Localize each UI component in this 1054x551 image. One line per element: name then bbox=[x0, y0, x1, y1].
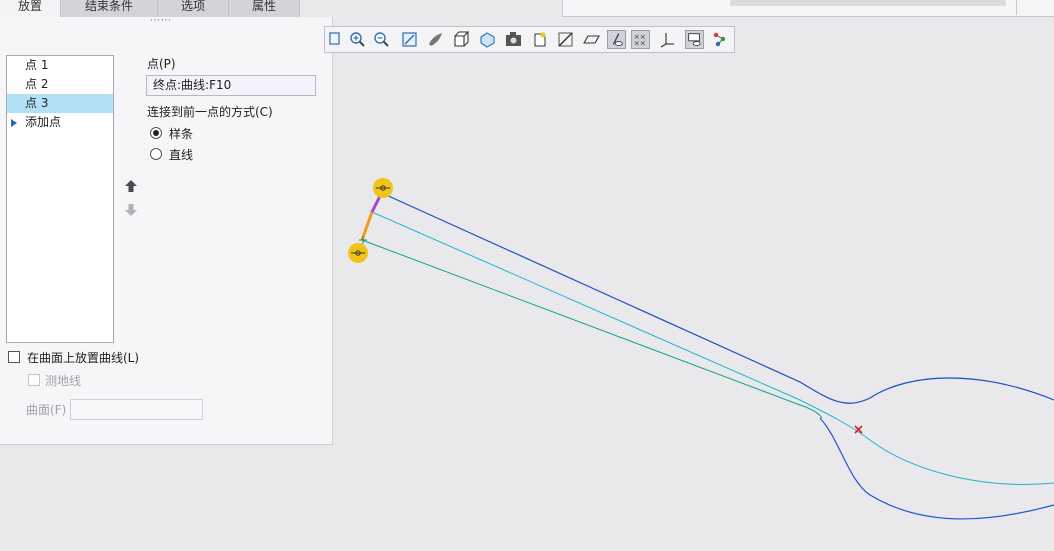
zoom-box-icon[interactable] bbox=[327, 30, 346, 49]
spoon-outline[interactable] bbox=[819, 417, 1054, 520]
zoom-out-icon[interactable] bbox=[372, 30, 391, 49]
plane-tag-icon[interactable] bbox=[582, 30, 601, 49]
box-view-icon[interactable] bbox=[452, 30, 471, 49]
svg-text:××: ×× bbox=[634, 38, 646, 47]
top-right-divider bbox=[1016, 0, 1017, 15]
panel-resize-grip[interactable]: ⋯⋯ bbox=[150, 15, 172, 26]
drag-handle-top[interactable] bbox=[373, 178, 393, 198]
radio-spline[interactable] bbox=[150, 127, 162, 139]
top-right-bar bbox=[730, 0, 1006, 6]
placement-panel: ⋯⋯ 点 1 点 2 点 3 添加点 点(P) 终点:曲线:F10 连接到前一点… bbox=[0, 15, 333, 445]
move-up-icon[interactable] bbox=[124, 179, 138, 193]
add-point-label: 添加点 bbox=[25, 115, 62, 129]
zoom-in-icon[interactable] bbox=[348, 30, 367, 49]
tab-properties[interactable]: 属性 bbox=[229, 0, 300, 17]
spin-center-icon[interactable] bbox=[530, 30, 549, 49]
annotation-display-icon[interactable] bbox=[685, 30, 704, 49]
surface-label: 曲面(F) bbox=[26, 403, 67, 417]
drag-handle-bottom[interactable] bbox=[348, 243, 368, 263]
connecting-segment-orange[interactable] bbox=[360, 211, 374, 241]
point-2-label: 点 2 bbox=[25, 77, 49, 91]
saved-views-icon[interactable] bbox=[478, 30, 497, 49]
list-item-point-3[interactable]: 点 3 bbox=[7, 94, 113, 113]
radio-line[interactable] bbox=[150, 148, 162, 160]
point-display-icon[interactable]: ×× ×× bbox=[631, 30, 650, 49]
place-on-surface-label: 在曲面上放置曲线(L) bbox=[27, 351, 140, 365]
curve-upper[interactable] bbox=[383, 193, 1054, 404]
radio-spline-label: 样条 bbox=[169, 127, 194, 141]
shading-icon[interactable] bbox=[426, 30, 445, 49]
point-3-label: 点 3 bbox=[25, 96, 49, 110]
plane-display-icon[interactable] bbox=[556, 30, 575, 49]
refit-icon[interactable] bbox=[400, 30, 419, 49]
tab-placement-label: 放置 bbox=[17, 0, 42, 13]
tab-end-condition[interactable]: 结束条件 bbox=[61, 0, 158, 17]
point-list[interactable]: 点 1 点 2 点 3 添加点 bbox=[6, 55, 114, 343]
surface-input[interactable] bbox=[70, 399, 203, 420]
radio-line-label: 直线 bbox=[169, 148, 194, 162]
add-point-arrow-icon bbox=[11, 119, 17, 127]
tab-options-label: 选项 bbox=[180, 0, 205, 13]
camera-icon[interactable] bbox=[504, 30, 523, 49]
list-item-add-point[interactable]: 添加点 bbox=[7, 113, 113, 132]
csys-display-icon[interactable] bbox=[658, 30, 677, 49]
model-tree-icon[interactable] bbox=[711, 30, 730, 49]
list-item-point-2[interactable]: 点 2 bbox=[7, 75, 113, 94]
move-down-icon[interactable] bbox=[124, 203, 138, 217]
tab-placement[interactable]: 放置 bbox=[0, 0, 61, 17]
point-reference-field[interactable]: 终点:曲线:F10 bbox=[146, 75, 316, 96]
geodesic-label: 测地线 bbox=[45, 374, 82, 388]
tab-end-condition-label: 结束条件 bbox=[84, 0, 133, 13]
point-field-label: 点(P) bbox=[147, 57, 176, 71]
tab-properties-label: 属性 bbox=[251, 0, 276, 13]
place-on-surface-checkbox[interactable] bbox=[8, 351, 20, 363]
axis-display-icon[interactable] bbox=[607, 30, 626, 49]
point-1-label: 点 1 bbox=[25, 58, 49, 72]
list-item-point-1[interactable]: 点 1 bbox=[7, 56, 113, 75]
connect-method-label: 连接到前一点的方式(C) bbox=[147, 105, 273, 119]
dashboard-tab-bar: 放置 结束条件 选项 属性 bbox=[0, 0, 560, 17]
geodesic-checkbox[interactable] bbox=[28, 374, 40, 386]
curve-lower[interactable] bbox=[361, 239, 823, 419]
graphics-toolbar: ×× ×× bbox=[324, 26, 735, 53]
curve-middle[interactable] bbox=[371, 211, 1054, 485]
vertex-marker bbox=[359, 236, 367, 244]
